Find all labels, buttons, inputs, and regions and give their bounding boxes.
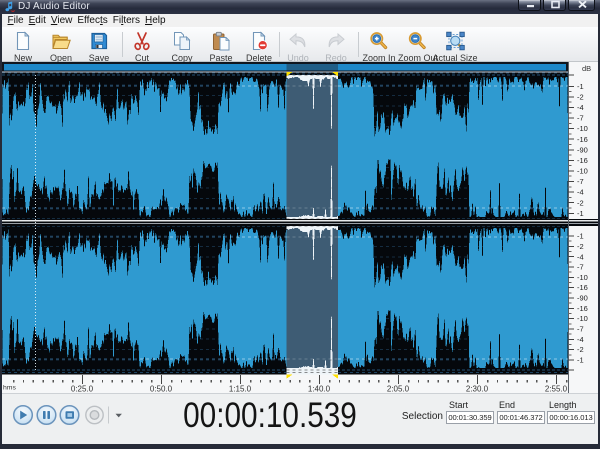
svg-text:-10: -10 xyxy=(577,314,588,323)
svg-text:-2: -2 xyxy=(577,345,584,354)
svg-text:1:40.0: 1:40.0 xyxy=(308,385,331,394)
svg-text:-2: -2 xyxy=(577,93,584,102)
svg-text:-90: -90 xyxy=(577,294,588,303)
svg-text:-7: -7 xyxy=(577,325,584,334)
svg-text:1:15.0: 1:15.0 xyxy=(229,385,252,394)
svg-text:-2: -2 xyxy=(577,198,584,207)
svg-text:-7: -7 xyxy=(577,114,584,123)
svg-text:2:55.0: 2:55.0 xyxy=(545,385,568,394)
svg-text:-16: -16 xyxy=(577,135,588,144)
svg-text:2:05.0: 2:05.0 xyxy=(387,385,410,394)
svg-text:2:30.0: 2:30.0 xyxy=(466,385,489,394)
svg-text:-10: -10 xyxy=(577,124,588,133)
svg-text:-10: -10 xyxy=(577,167,588,176)
svg-text:-4: -4 xyxy=(577,188,584,197)
svg-text:-1: -1 xyxy=(577,356,584,365)
svg-text:0:25.0: 0:25.0 xyxy=(71,385,94,394)
svg-text:-2: -2 xyxy=(577,242,584,251)
svg-text:-90: -90 xyxy=(577,145,588,154)
svg-text:-7: -7 xyxy=(577,263,584,272)
svg-text:0:50.0: 0:50.0 xyxy=(150,385,173,394)
svg-text:dB: dB xyxy=(582,64,591,73)
svg-text:-1: -1 xyxy=(577,82,584,91)
svg-text:hms: hms xyxy=(3,385,16,392)
svg-text:-16: -16 xyxy=(577,156,588,165)
svg-text:-16: -16 xyxy=(577,283,588,292)
svg-text:-4: -4 xyxy=(577,335,584,344)
svg-text:-10: -10 xyxy=(577,273,588,282)
svg-text:-4: -4 xyxy=(577,103,584,112)
svg-text:-1: -1 xyxy=(577,209,584,218)
svg-text:-4: -4 xyxy=(577,252,584,261)
svg-text:-1: -1 xyxy=(577,232,584,241)
svg-text:-7: -7 xyxy=(577,177,584,186)
svg-text:-16: -16 xyxy=(577,304,588,313)
